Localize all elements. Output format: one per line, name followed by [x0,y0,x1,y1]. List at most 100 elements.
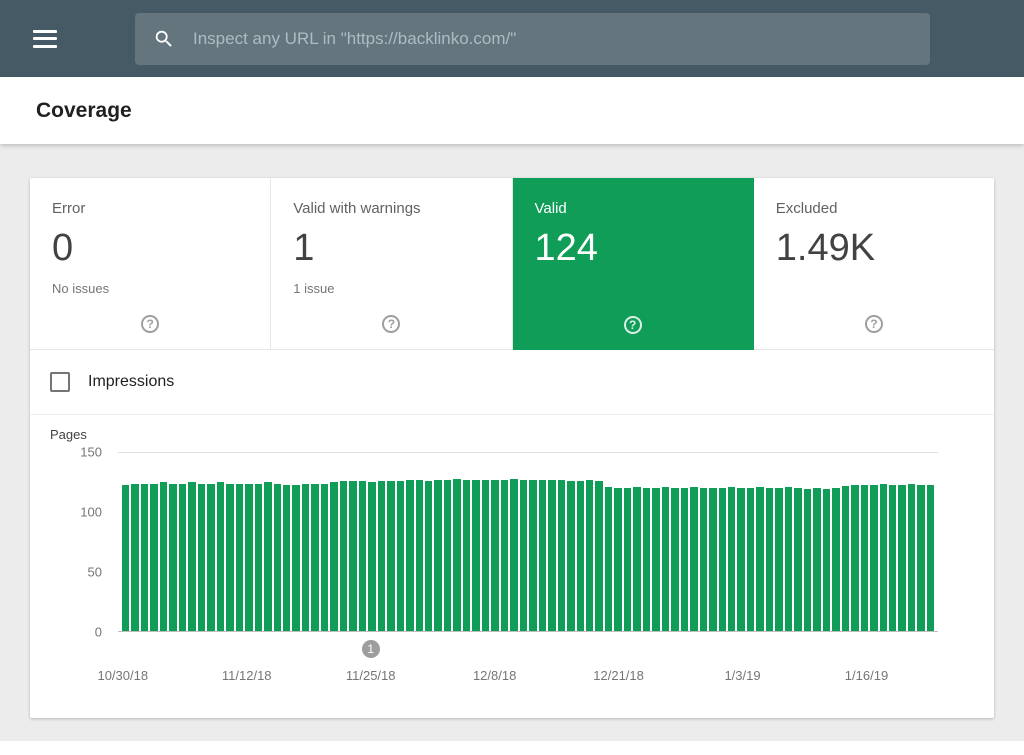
bar[interactable] [643,488,650,631]
bar[interactable] [416,480,423,631]
bar[interactable] [870,485,877,631]
help-icon[interactable]: ? [865,315,883,333]
bar[interactable] [179,484,186,632]
chart-marker[interactable]: 1 [362,640,380,658]
bar[interactable] [681,488,688,631]
bar[interactable] [359,481,366,631]
bar[interactable] [804,489,811,631]
bar[interactable] [207,484,214,632]
bar[interactable] [472,480,479,631]
hamburger-menu-icon[interactable] [33,30,57,48]
bar[interactable] [889,485,896,631]
bar[interactable] [785,487,792,631]
bar[interactable] [397,481,404,631]
help-icon[interactable]: ? [382,315,400,333]
bar[interactable] [292,485,299,631]
status-tab-error[interactable]: Error 0 No issues ? [30,178,271,349]
bar[interactable] [453,479,460,631]
bar[interactable] [198,484,205,632]
bar[interactable] [766,488,773,631]
bar[interactable] [908,484,915,632]
bar[interactable] [510,479,517,631]
bar[interactable] [652,488,659,631]
bar[interactable] [340,481,347,631]
bar[interactable] [633,487,640,631]
bar[interactable] [794,488,801,631]
bar[interactable] [917,485,924,631]
bar[interactable] [264,482,271,631]
search-input[interactable] [193,29,912,49]
bar[interactable] [131,484,138,632]
bar[interactable] [330,482,337,631]
bar[interactable] [927,485,934,631]
bar[interactable] [690,487,697,631]
bar[interactable] [775,488,782,631]
bar[interactable] [311,484,318,632]
bar[interactable] [851,485,858,631]
bar[interactable] [728,487,735,631]
help-icon[interactable]: ? [141,315,159,333]
bar[interactable] [548,480,555,631]
bar[interactable] [898,485,905,631]
bar[interactable] [491,480,498,631]
bar[interactable] [245,484,252,632]
bar[interactable] [226,484,233,632]
bar[interactable] [122,485,129,631]
status-tab-valid[interactable]: Valid 124 ? [513,178,754,350]
bar[interactable] [434,480,441,631]
bar[interactable] [520,480,527,631]
bar[interactable] [236,484,243,632]
bar[interactable] [747,488,754,631]
bar[interactable] [624,488,631,631]
bar[interactable] [671,488,678,631]
bar[interactable] [756,487,763,631]
status-tab-valid-with-warnings[interactable]: Valid with warnings 1 1 issue ? [271,178,512,349]
bar[interactable] [823,489,830,631]
bar[interactable] [539,480,546,631]
impressions-checkbox[interactable] [50,372,70,392]
bar[interactable] [141,484,148,632]
bar[interactable] [444,480,451,631]
bar[interactable] [188,482,195,631]
bar[interactable] [378,481,385,631]
bar[interactable] [349,481,356,631]
bar[interactable] [605,487,612,631]
bar[interactable] [302,484,309,632]
bar[interactable] [832,488,839,631]
bar[interactable] [501,480,508,631]
url-inspect-searchbox[interactable] [135,13,930,65]
bar[interactable] [586,480,593,631]
bar[interactable] [595,481,602,631]
bar[interactable] [880,484,887,632]
bar[interactable] [169,484,176,632]
bar[interactable] [150,484,157,632]
bar[interactable] [425,481,432,631]
bar[interactable] [387,481,394,631]
bar[interactable] [321,484,328,632]
bar[interactable] [368,482,375,631]
bar[interactable] [700,488,707,631]
bar[interactable] [709,488,716,631]
bar[interactable] [577,481,584,631]
bar[interactable] [558,480,565,631]
bar[interactable] [463,480,470,631]
x-axis-label: 12/8/18 [473,668,516,683]
bar[interactable] [719,488,726,631]
bar[interactable] [529,480,536,631]
bar[interactable] [861,485,868,631]
bar[interactable] [737,488,744,631]
bar[interactable] [662,487,669,631]
bar[interactable] [217,482,224,631]
bar[interactable] [406,480,413,631]
bar[interactable] [842,486,849,631]
help-icon[interactable]: ? [624,316,642,334]
bar[interactable] [255,484,262,632]
bar[interactable] [283,485,290,631]
status-tab-excluded[interactable]: Excluded 1.49K ? [754,178,994,349]
bar[interactable] [614,488,621,631]
bar[interactable] [482,480,489,631]
bar[interactable] [160,482,167,631]
bar[interactable] [274,484,281,632]
bar[interactable] [813,488,820,631]
bar[interactable] [567,481,574,631]
